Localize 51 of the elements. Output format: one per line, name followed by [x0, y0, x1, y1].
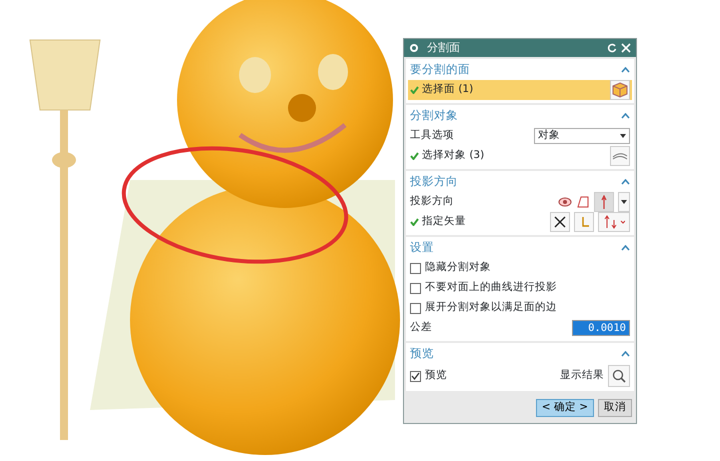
reverse-direction-button[interactable]	[550, 212, 570, 232]
show-result-button[interactable]	[608, 365, 630, 387]
show-result-label: 显示结果	[560, 368, 604, 384]
section-title[interactable]: 设置	[410, 239, 434, 257]
collapse-caret-icon[interactable]	[621, 351, 630, 357]
dropdown[interactable]: 对象	[534, 128, 630, 144]
field-label: 工具选项	[410, 128, 455, 144]
up-arrow-button[interactable]	[594, 192, 614, 212]
dropdown-value: 对象	[538, 128, 560, 144]
icon-button[interactable]	[610, 80, 630, 100]
checkbox-label: 展开分割对象以满足面的边	[425, 300, 558, 316]
section-title[interactable]: 预览	[410, 345, 434, 363]
section-title[interactable]: 要分割的面	[410, 61, 470, 79]
selection-row[interactable]: 选择面 (1)	[408, 80, 632, 100]
field-label: 公差	[410, 320, 433, 336]
tolerance-field[interactable]: 0.0010	[572, 320, 630, 336]
ok-button[interactable]: < 确定 >	[536, 399, 594, 417]
section-title[interactable]: 分割对象	[410, 107, 458, 125]
vector-dropdown-button[interactable]	[598, 212, 630, 232]
icon-button[interactable]	[610, 146, 630, 166]
cross-arrows-icon	[554, 216, 566, 228]
collapse-caret-icon[interactable]	[621, 67, 630, 73]
up-arrow-icon	[601, 195, 607, 209]
close-icon[interactable]	[621, 43, 631, 53]
cube-icon	[612, 82, 628, 98]
dropdown-arrow-icon	[621, 200, 627, 204]
collapse-caret-icon[interactable]	[621, 245, 630, 251]
checkbox-label: 不要对面上的曲线进行投影	[425, 280, 558, 296]
selection-label[interactable]: 选择面 (1)	[422, 82, 610, 98]
checkbox-label: 隐藏分割对象	[425, 260, 492, 276]
up-down-arrows-icon	[603, 215, 625, 229]
selection-label[interactable]: 选择对象 (3)	[422, 148, 610, 164]
collapse-caret-icon[interactable]	[621, 113, 630, 119]
plane-icon[interactable]	[576, 195, 590, 209]
dropdown-arrow-icon	[620, 134, 626, 138]
checkbox[interactable]	[410, 262, 421, 274]
checkbox[interactable]	[410, 370, 421, 382]
reset-icon[interactable]	[607, 43, 617, 53]
field-label: 指定矢量	[422, 214, 467, 230]
eye-icon[interactable]	[558, 196, 572, 208]
field-label: 投影方向	[410, 194, 455, 210]
section-title[interactable]: 投影方向	[410, 173, 458, 191]
checkbox-label: 预览	[425, 368, 448, 384]
search-icon	[612, 369, 626, 383]
checkbox[interactable]	[410, 282, 421, 294]
dropdown-button[interactable]	[618, 192, 630, 212]
collapse-caret-icon[interactable]	[621, 179, 630, 185]
checkbox[interactable]	[410, 302, 421, 314]
dialog-title: 分割面	[427, 40, 460, 56]
cancel-button[interactable]: 取消	[598, 399, 632, 417]
settings-icon	[409, 43, 419, 53]
